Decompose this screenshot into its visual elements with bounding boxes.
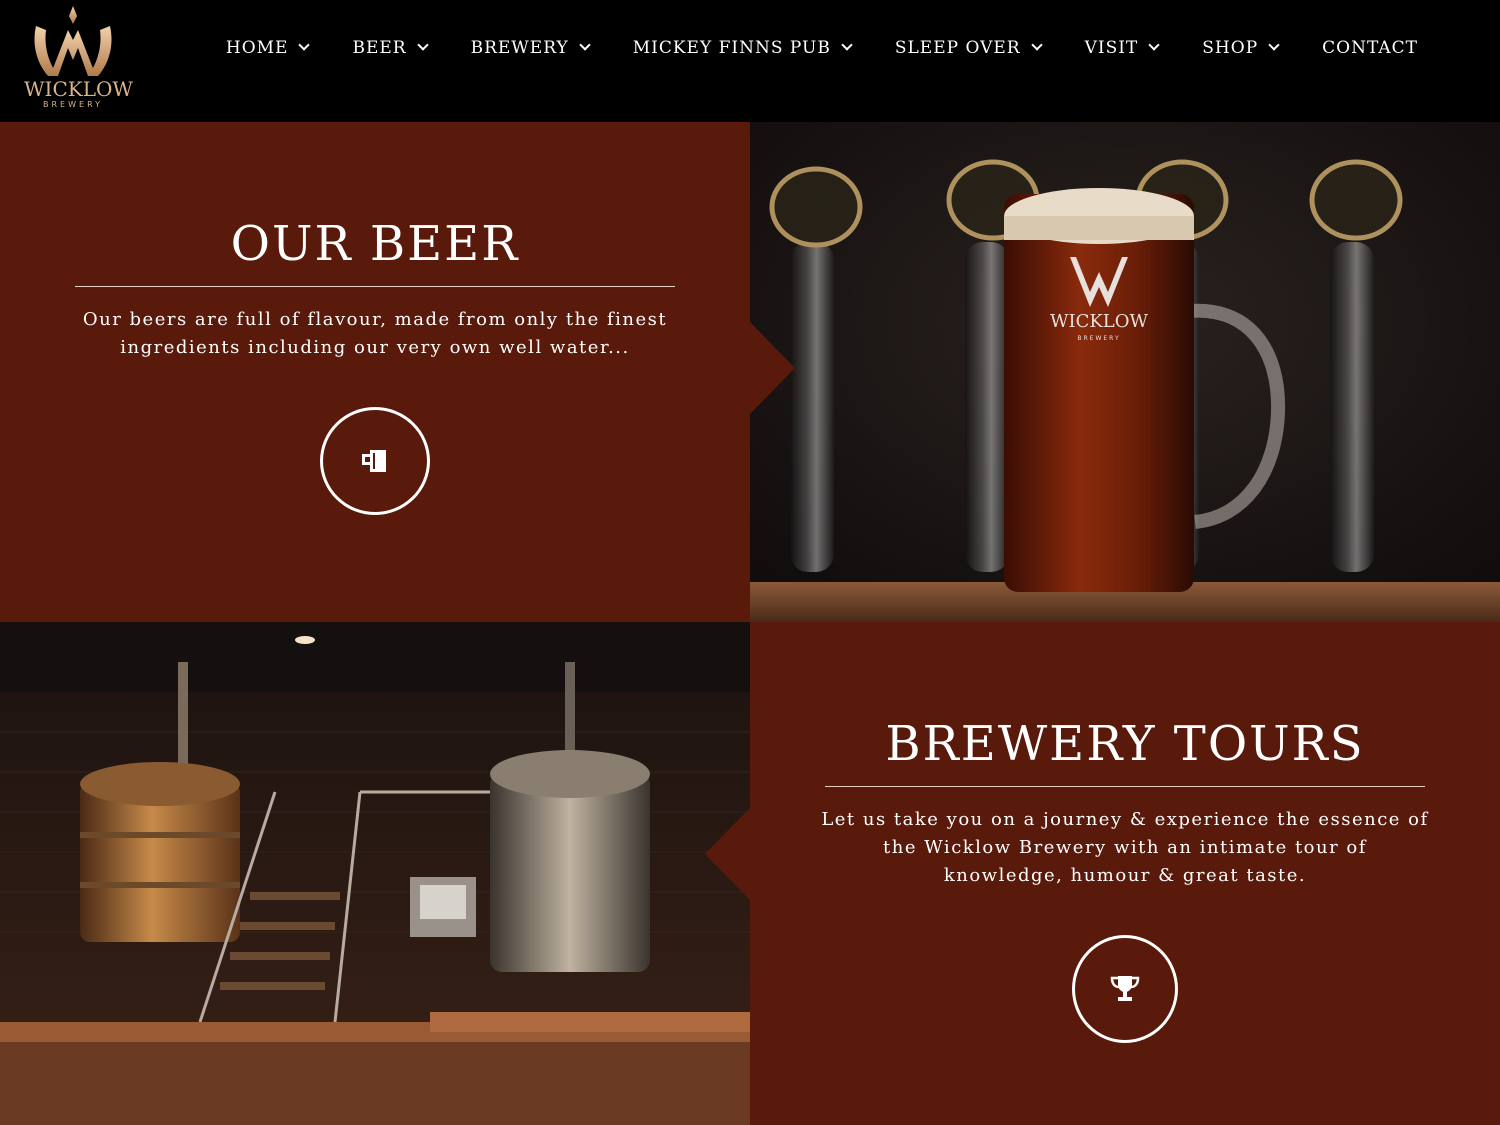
- nav-item-label: SLEEP OVER: [894, 37, 1021, 58]
- section-pointer: [750, 322, 795, 414]
- nav-item-label: CONTACT: [1322, 37, 1418, 58]
- divider: [825, 786, 1425, 787]
- chevron-down-icon: [1148, 38, 1160, 51]
- brewery-tours-title: BREWERY TOURS: [885, 716, 1365, 772]
- brewery-tours-description: Let us take you on a journey & experienc…: [821, 809, 1429, 886]
- chevron-down-icon: [1030, 38, 1043, 51]
- our-beer-section: OUR BEER Our beers are full of flavour, …: [0, 122, 750, 622]
- brewery-tours-button[interactable]: [1072, 935, 1178, 1043]
- chevron-down-icon: [298, 38, 311, 51]
- our-beer-title: OUR BEER: [230, 216, 520, 272]
- section-pointer: [705, 808, 750, 900]
- main-navigation: HOME BEER BREWERY MICKEY FINNS PUB SLEEP…: [226, 0, 1418, 95]
- nav-item-beer[interactable]: BEER: [352, 37, 429, 58]
- nav-item-label: BREWERY: [470, 37, 569, 58]
- site-header: WICKLOW BREWERY HOME BEER BREWERY MICKEY…: [0, 0, 1500, 122]
- our-beer-button[interactable]: [320, 407, 430, 515]
- nav-item-brewery[interactable]: BREWERY: [470, 37, 591, 58]
- logo-subtitle: BREWERY: [43, 100, 103, 109]
- nav-item-home[interactable]: HOME: [225, 37, 311, 58]
- divider: [75, 286, 675, 287]
- nav-item-sleep-over[interactable]: SLEEP OVER: [894, 37, 1043, 58]
- logo-wordmark: WICKLOW: [24, 77, 133, 101]
- beer-glass-photo: WICKLOW BREWERY: [750, 122, 1500, 622]
- chevron-down-icon: [416, 38, 429, 51]
- nav-item-shop[interactable]: SHOP: [1202, 37, 1280, 58]
- glass-sub-text: BREWERY: [1077, 335, 1120, 342]
- nav-item-label: HOME: [225, 37, 289, 58]
- beer-mug-icon: [362, 450, 386, 472]
- beer-tap-photo-illustration: WICKLOW BREWERY: [750, 122, 1500, 622]
- brewhouse-photo-illustration: [0, 622, 750, 1125]
- nav-item-label: SHOP: [1202, 37, 1259, 58]
- nav-item-mickey-finns-pub[interactable]: MICKEY FINNS PUB: [632, 37, 853, 58]
- glass-brand-text: WICKLOW: [1050, 311, 1149, 332]
- nav-item-visit[interactable]: VISIT: [1084, 37, 1160, 58]
- chevron-down-icon: [579, 38, 591, 51]
- chevron-down-icon: [841, 38, 853, 51]
- wicklow-brewery-logo[interactable]: WICKLOW BREWERY: [24, 4, 133, 120]
- our-beer-description: Our beers are full of flavour, made from…: [82, 309, 668, 358]
- crown-w-logo-icon: [34, 6, 112, 76]
- chevron-down-icon: [1268, 38, 1280, 51]
- nav-item-label: MICKEY FINNS PUB: [632, 37, 831, 58]
- trophy-icon: [1110, 976, 1140, 1001]
- nav-item-label: VISIT: [1084, 37, 1139, 58]
- nav-item-label: BEER: [352, 37, 407, 58]
- brewhouse-photo: [0, 622, 750, 1125]
- brewery-tours-section: BREWERY TOURS Let us take you on a journ…: [750, 622, 1500, 1125]
- nav-item-contact[interactable]: CONTACT: [1322, 38, 1418, 58]
